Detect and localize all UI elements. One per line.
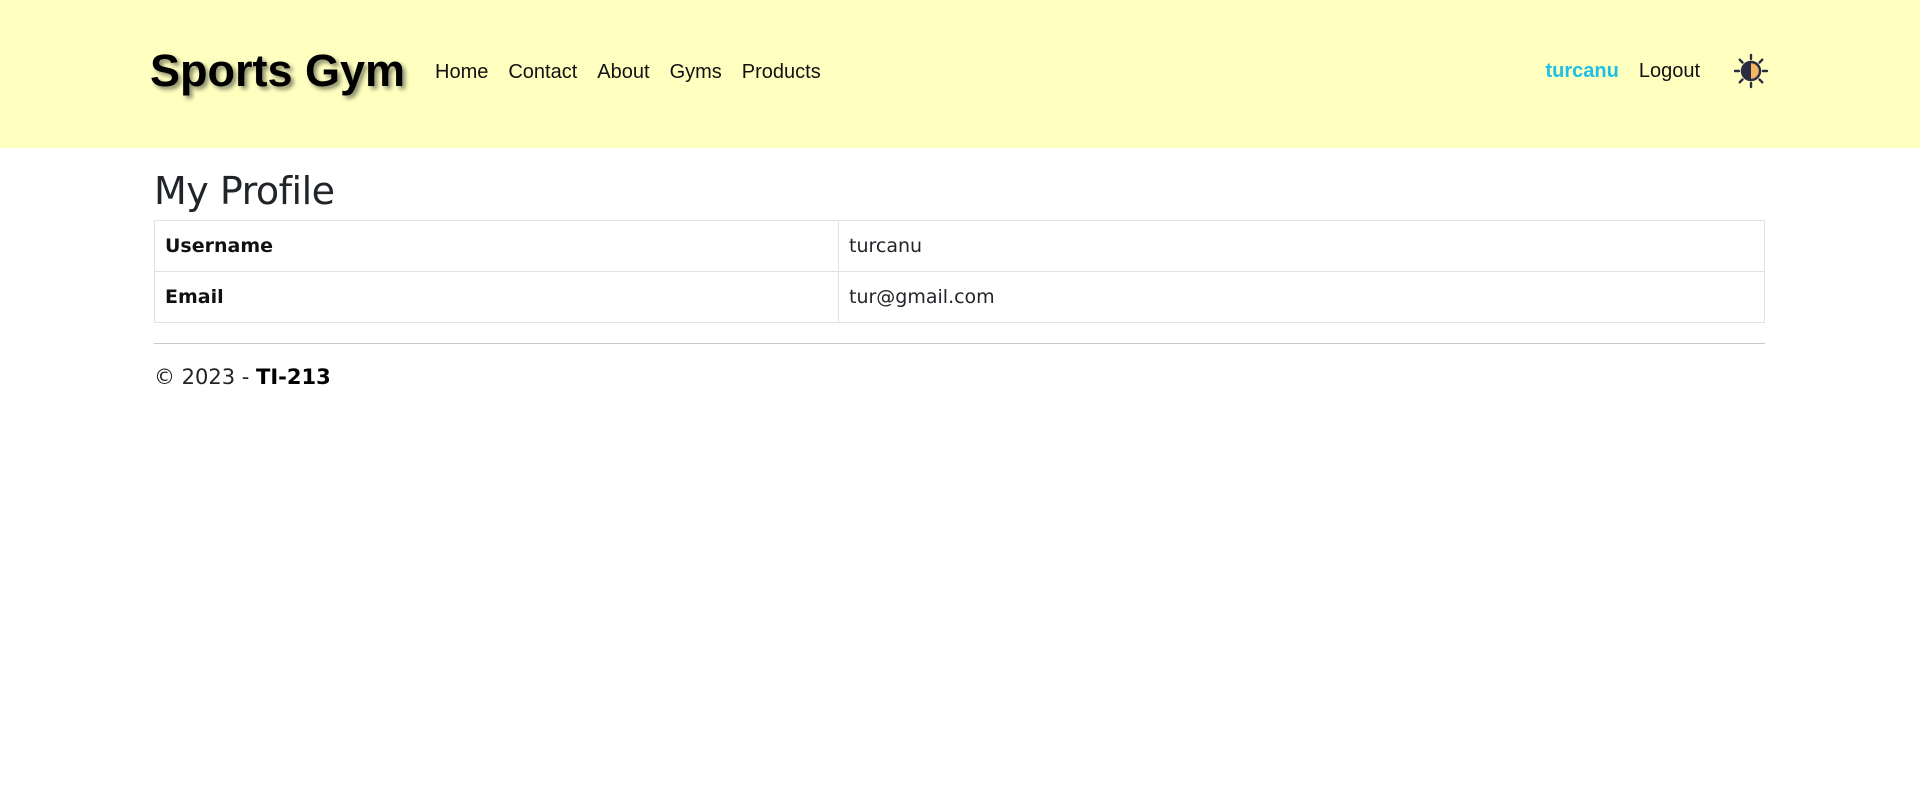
user-profile-link[interactable]: turcanu — [1545, 57, 1618, 85]
nav-link-products[interactable]: Products — [742, 58, 821, 86]
email-value: tur@gmail.com — [838, 271, 1765, 323]
nav-link-gyms[interactable]: Gyms — [670, 58, 722, 86]
table-row: Email tur@gmail.com — [154, 271, 1765, 323]
table-row: Username turcanu — [154, 220, 1765, 272]
username-value: turcanu — [838, 220, 1765, 272]
user-nav: turcanu Logout — [1545, 52, 1770, 90]
theme-toggle-button[interactable] — [1732, 52, 1770, 90]
footer: © 2023 - TI-213 — [154, 362, 1766, 392]
navbar: Sports Gym Home Contact About Gyms Produ… — [0, 0, 1920, 148]
theme-toggle-icon — [1733, 53, 1769, 89]
nav-link-contact[interactable]: Contact — [508, 58, 577, 86]
footer-divider — [154, 343, 1765, 344]
profile-table: Username turcanu Email tur@gmail.com — [154, 220, 1765, 323]
main-nav: Home Contact About Gyms Products — [435, 58, 821, 86]
nav-link-home[interactable]: Home — [435, 58, 488, 86]
footer-org: TI-213 — [256, 365, 331, 389]
brand-logo-link[interactable]: Sports Gym — [150, 44, 405, 98]
username-label: Username — [154, 220, 839, 272]
nav-link-about[interactable]: About — [597, 58, 649, 86]
logout-link[interactable]: Logout — [1639, 57, 1700, 85]
main-content: My Profile Username turcanu Email tur@gm… — [154, 148, 1766, 392]
page-title: My Profile — [154, 169, 335, 213]
email-label: Email — [154, 271, 839, 323]
footer-copyright: © 2023 - — [154, 365, 257, 389]
